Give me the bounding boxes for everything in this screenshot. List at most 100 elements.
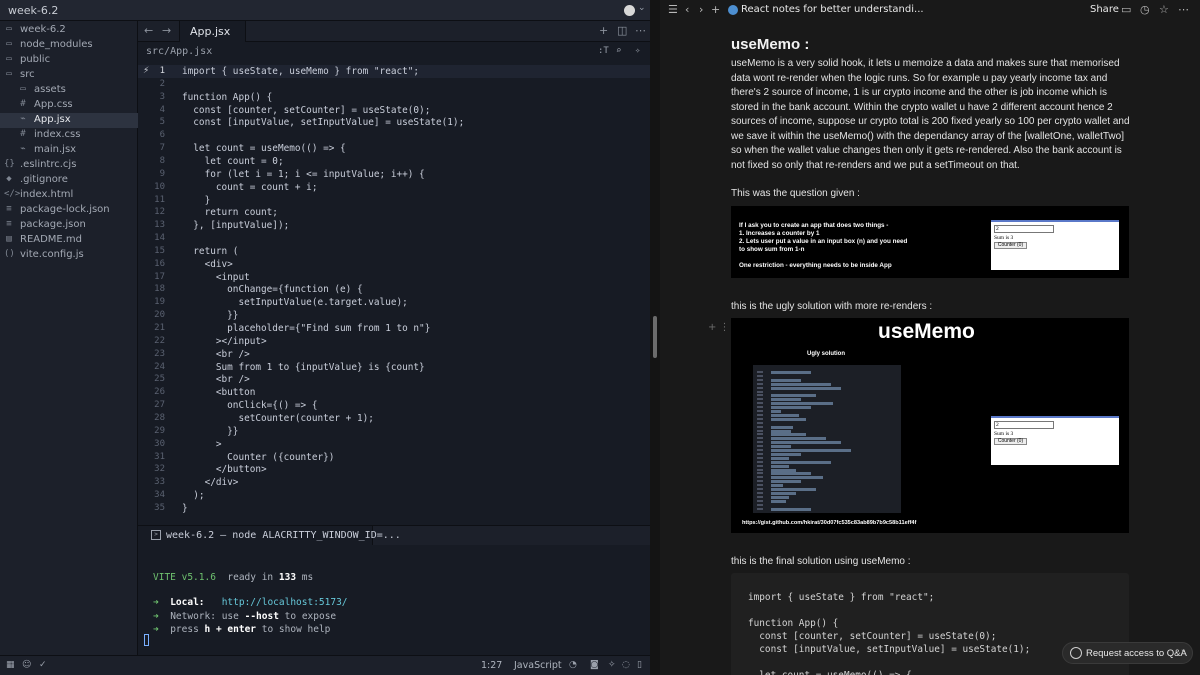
code-line[interactable]: 11 }: [138, 194, 650, 207]
code-line[interactable]: 27 onClick={() => {: [138, 399, 650, 412]
more-icon[interactable]: ⋯: [1178, 3, 1189, 16]
page-title[interactable]: React notes for better understandi...: [741, 4, 924, 15]
avatar[interactable]: [624, 5, 635, 16]
tree-item[interactable]: ▤ README.md: [0, 233, 138, 248]
code-line[interactable]: 34 );: [138, 489, 650, 502]
tree-item[interactable]: ▭ node_modules: [0, 38, 138, 53]
code-line[interactable]: 33 </div>: [138, 476, 650, 489]
code-line[interactable]: 14: [138, 232, 650, 245]
chevron-down-icon[interactable]: ⌄: [638, 3, 646, 13]
star-icon[interactable]: ☆: [1159, 3, 1169, 16]
tree-item[interactable]: ≡ package.json: [0, 218, 138, 233]
code-line[interactable]: 20 }}: [138, 309, 650, 322]
back-arrow-icon[interactable]: ←: [144, 24, 153, 37]
code-line[interactable]: 9 for (let i = 1; i <= inputValue; i++) …: [138, 168, 650, 181]
tree-item[interactable]: </> index.html: [0, 188, 138, 203]
code-line[interactable]: 3 function App() {: [138, 91, 650, 104]
history-icon[interactable]: ◷: [1140, 3, 1150, 16]
question-image[interactable]: If I ask you to create an app that does …: [731, 206, 1129, 278]
code-line[interactable]: 30 >: [138, 438, 650, 451]
mini-line-number: [757, 472, 763, 475]
line-number: 31: [154, 451, 165, 462]
tree-item[interactable]: # App.css: [0, 98, 138, 113]
code-line[interactable]: 8 let count = 0;: [138, 155, 650, 168]
code-line[interactable]: 23 <br />: [138, 348, 650, 361]
code-line[interactable]: 29 }}: [138, 425, 650, 438]
mini-line-number: [757, 433, 763, 436]
code-line[interactable]: 4 const [counter, setCounter] = useState…: [138, 104, 650, 117]
tree-item[interactable]: ⌁ App.jsx: [0, 113, 138, 128]
code-line[interactable]: 28 setCounter(counter + 1);: [138, 412, 650, 425]
code-line[interactable]: 7 let count = useMemo(() => {: [138, 142, 650, 155]
local-url[interactable]: http://localhost:5173/: [222, 597, 348, 608]
more-icon[interactable]: ⋯: [635, 24, 646, 37]
outline-icon[interactable]: :T: [598, 46, 609, 56]
copilot-icon[interactable]: ◙: [590, 660, 599, 670]
code-line[interactable]: 18 onChange={function (e) {: [138, 283, 650, 296]
code-line[interactable]: 12 return count;: [138, 206, 650, 219]
code-block-line: function App() {: [748, 618, 839, 629]
code-line[interactable]: 32 </button>: [138, 463, 650, 476]
split-resize-handle[interactable]: [653, 316, 657, 358]
gist-link[interactable]: https://gist.github.com/hkirat/30d07fc53…: [742, 520, 916, 526]
tree-item[interactable]: () vite.config.js: [0, 248, 138, 263]
panel-icon[interactable]: ▯: [637, 660, 642, 670]
tab-app-jsx[interactable]: App.jsx: [179, 21, 246, 42]
code-line[interactable]: 19 setInputValue(e.target.value);: [138, 296, 650, 309]
code-line[interactable]: 2: [138, 78, 650, 91]
code-line[interactable]: 22 ></input>: [138, 335, 650, 348]
mini-sum-text: Sum is 3: [994, 235, 1014, 241]
assistant-icon[interactable]: ✧: [608, 660, 616, 670]
share-button[interactable]: Share: [1090, 4, 1119, 15]
search-icon[interactable]: ⌕: [616, 46, 621, 56]
code-line[interactable]: 13 }, [inputValue]);: [138, 219, 650, 232]
assistant-icon[interactable]: ✧: [635, 46, 640, 56]
code-line[interactable]: 24 Sum from 1 to {inputValue} is {count}: [138, 361, 650, 374]
chevron-left-icon[interactable]: ‹: [685, 3, 689, 16]
code-line[interactable]: 5 const [inputValue, setInputValue] = us…: [138, 116, 650, 129]
code-line[interactable]: 17 <input: [138, 271, 650, 284]
code-line[interactable]: 25 <br />: [138, 373, 650, 386]
cursor-position[interactable]: 1:27: [481, 660, 502, 671]
users-icon[interactable]: ☺: [22, 660, 31, 670]
grid-icon[interactable]: ▦: [6, 660, 15, 670]
tree-root[interactable]: ▭ week-6.2: [0, 23, 138, 38]
tree-item[interactable]: {} .eslintrc.cjs: [0, 158, 138, 173]
code-line[interactable]: ⚡ 1 import { useState, useMemo } from "rea…: [138, 65, 650, 78]
language-mode[interactable]: JavaScript: [514, 660, 562, 671]
menu-icon[interactable]: ☰: [668, 3, 678, 16]
tree-item[interactable]: ⌁ main.jsx: [0, 143, 138, 158]
bell-icon[interactable]: ◌: [622, 660, 630, 670]
code-block-line: import { useState } from "react";: [748, 592, 935, 603]
code-line[interactable]: 35}: [138, 502, 650, 515]
code-line[interactable]: 16 <div>: [138, 258, 650, 271]
ugly-solution-image[interactable]: useMemo Ugly solution 2 Sum is 3 Counter…: [731, 318, 1129, 533]
code-line[interactable]: 6: [138, 129, 650, 142]
comment-icon[interactable]: ▭: [1121, 3, 1131, 16]
terminal-tab[interactable]: > week-6.2 — node ALACRITTY_WINDOW_ID=..…: [138, 526, 401, 546]
code-line[interactable]: 21 placeholder={"Find sum from 1 to n"}: [138, 322, 650, 335]
tree-item[interactable]: ◆ .gitignore: [0, 173, 138, 188]
tree-item[interactable]: # index.css: [0, 128, 138, 143]
forward-arrow-icon[interactable]: →: [162, 24, 171, 37]
split-pane-icon[interactable]: ◫: [617, 24, 627, 37]
mini-browser-preview: 2 Sum is 3 Counter (0): [991, 220, 1119, 270]
code-line[interactable]: 10 count = count + i;: [138, 181, 650, 194]
code-line[interactable]: 15 return (: [138, 245, 650, 258]
tree-item[interactable]: ▭ src: [0, 68, 138, 83]
terminal-panel[interactable]: VITE v5.1.6 ready in 133 ms ➜ Local: htt…: [138, 545, 650, 655]
plus-icon[interactable]: +: [599, 24, 608, 37]
tree-item[interactable]: ▭ assets: [0, 83, 138, 98]
feedback-icon[interactable]: ◔: [569, 660, 577, 670]
breadcrumb[interactable]: src/App.jsx: [146, 46, 212, 57]
code-line[interactable]: 26 <button: [138, 386, 650, 399]
plus-icon[interactable]: +: [711, 3, 720, 16]
code-line[interactable]: 31 Counter ({counter}): [138, 451, 650, 464]
request-qa-button[interactable]: Request access to Q&A ›: [1062, 642, 1193, 664]
check-icon[interactable]: ✓: [39, 660, 47, 670]
tree-item[interactable]: ≡ package-lock.json: [0, 203, 138, 218]
tree-item[interactable]: ▭ public: [0, 53, 138, 68]
code-area[interactable]: ⚡ 1 import { useState, useMemo } from "rea…: [138, 63, 650, 525]
image-subtitle: Ugly solution: [807, 351, 845, 357]
chevron-right-icon[interactable]: ›: [699, 3, 703, 16]
